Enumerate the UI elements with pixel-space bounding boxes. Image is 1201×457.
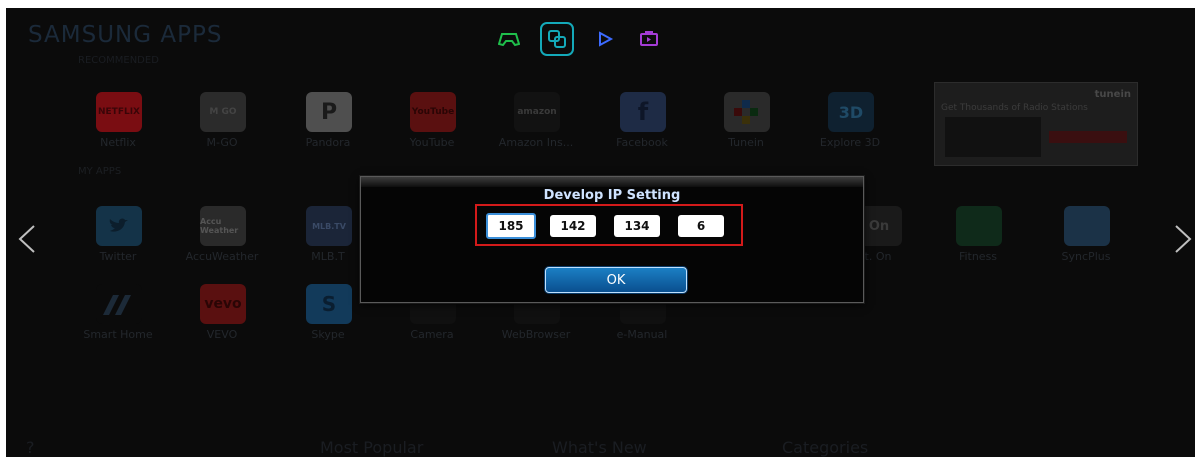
- tunein-device-image: [945, 117, 1041, 157]
- ip-field-group: 185 142 134 6: [475, 204, 743, 246]
- ok-button[interactable]: OK: [545, 267, 687, 293]
- smart-home-logo: [96, 284, 142, 324]
- youtube-logo: YouTube: [410, 92, 456, 132]
- top-icon-bar: [496, 22, 662, 56]
- tunein-brand: tunein: [1094, 89, 1131, 100]
- scroll-left-arrow-icon[interactable]: [16, 224, 38, 254]
- app-fitness[interactable]: Fitness: [928, 206, 1028, 274]
- tunein-button-image: [1049, 131, 1127, 143]
- ip-octet-1[interactable]: 185: [486, 213, 536, 239]
- app-vevo[interactable]: vevo VEVO: [172, 284, 272, 352]
- app-syncplus[interactable]: SyncPlus: [1036, 206, 1136, 274]
- app-label: e-Manual: [616, 328, 668, 341]
- bottom-bar: ? Most Popular What's New Categories: [6, 438, 1195, 457]
- netflix-logo: NETFLIX: [96, 92, 142, 132]
- app-amazon[interactable]: amazon Amazon Ins...: [486, 92, 586, 160]
- accuweather-logo: Accu Weather: [200, 206, 246, 246]
- ip-octet-4[interactable]: 6: [678, 215, 724, 237]
- app-label: Twitter: [99, 250, 137, 263]
- mlbtv-logo: MLB.TV: [306, 206, 352, 246]
- tunein-banner[interactable]: tunein Get Thousands of Radio Stations: [934, 82, 1138, 166]
- app-label: YouTube: [409, 136, 455, 149]
- mgo-logo: M GO: [200, 92, 246, 132]
- app-label: Facebook: [616, 136, 668, 149]
- dialog-title: Develop IP Setting: [543, 188, 681, 203]
- pandora-logo: P: [306, 92, 352, 132]
- app-tunein[interactable]: Tunein: [696, 92, 796, 160]
- play-icon[interactable]: [592, 26, 618, 52]
- facebook-logo: f: [620, 92, 666, 132]
- vevo-logo: vevo: [200, 284, 246, 324]
- tv-screen: SAMSUNG APPS RECOMMENDED NETFLIX Netflix…: [6, 8, 1195, 457]
- dialog-header-bar: [361, 177, 863, 187]
- app-label: Explore 3D: [819, 136, 881, 149]
- ip-octet-2[interactable]: 142: [550, 215, 596, 237]
- help-icon[interactable]: ?: [26, 438, 35, 457]
- syncplus-logo: [1064, 206, 1110, 246]
- app-smart-home[interactable]: Smart Home: [68, 284, 168, 352]
- app-pandora[interactable]: P Pandora: [278, 92, 378, 160]
- app-label: Camera: [410, 328, 454, 341]
- app-label: Netflix: [100, 136, 136, 149]
- brand-title: SAMSUNG APPS: [28, 22, 223, 48]
- app-label: AccuWeather: [185, 250, 259, 263]
- app-label: M-GO: [206, 136, 238, 149]
- tunein-text: Get Thousands of Radio Stations: [941, 103, 1088, 113]
- screen-icon[interactable]: [636, 26, 662, 52]
- app-label: Tunein: [728, 136, 764, 149]
- scroll-right-arrow-icon[interactable]: [1172, 224, 1194, 254]
- app-label: VEVO: [206, 328, 238, 341]
- app-label: Skype: [311, 328, 345, 341]
- brand-subtitle: RECOMMENDED: [78, 55, 159, 66]
- app-label: SyncPlus: [1061, 250, 1111, 263]
- ip-octet-3[interactable]: 134: [614, 215, 660, 237]
- app-label: WebBrowser: [501, 328, 571, 341]
- fitness-logo: [956, 206, 1002, 246]
- section-my-apps: MY APPS: [78, 166, 122, 177]
- tab-most-popular[interactable]: Most Popular: [320, 438, 423, 457]
- tunein-logo: [724, 92, 770, 132]
- app-label: Amazon Ins...: [498, 136, 574, 149]
- tab-categories[interactable]: Categories: [782, 438, 868, 457]
- skype-logo: S: [306, 284, 352, 324]
- amazon-logo: amazon: [514, 92, 560, 132]
- explore-3d-logo: 3D: [828, 92, 874, 132]
- app-mgo[interactable]: M GO M-GO: [172, 92, 272, 160]
- app-youtube[interactable]: YouTube YouTube: [382, 92, 482, 160]
- apps-icon[interactable]: [540, 22, 574, 56]
- app-twitter[interactable]: Twitter: [68, 206, 168, 274]
- app-accuweather[interactable]: Accu Weather AccuWeather: [172, 206, 272, 274]
- develop-ip-dialog: Develop IP Setting 185 142 134 6 OK: [360, 176, 864, 303]
- gamepad-icon[interactable]: [496, 26, 522, 52]
- app-explore-3d[interactable]: 3D Explore 3D: [800, 92, 900, 160]
- app-facebook[interactable]: f Facebook: [592, 92, 692, 160]
- app-label: Fitness: [958, 250, 998, 263]
- tab-whats-new[interactable]: What's New: [552, 438, 647, 457]
- twitter-logo: [96, 206, 142, 246]
- app-label: Smart Home: [83, 328, 153, 341]
- app-netflix[interactable]: NETFLIX Netflix: [68, 92, 168, 160]
- app-label: Pandora: [305, 136, 351, 149]
